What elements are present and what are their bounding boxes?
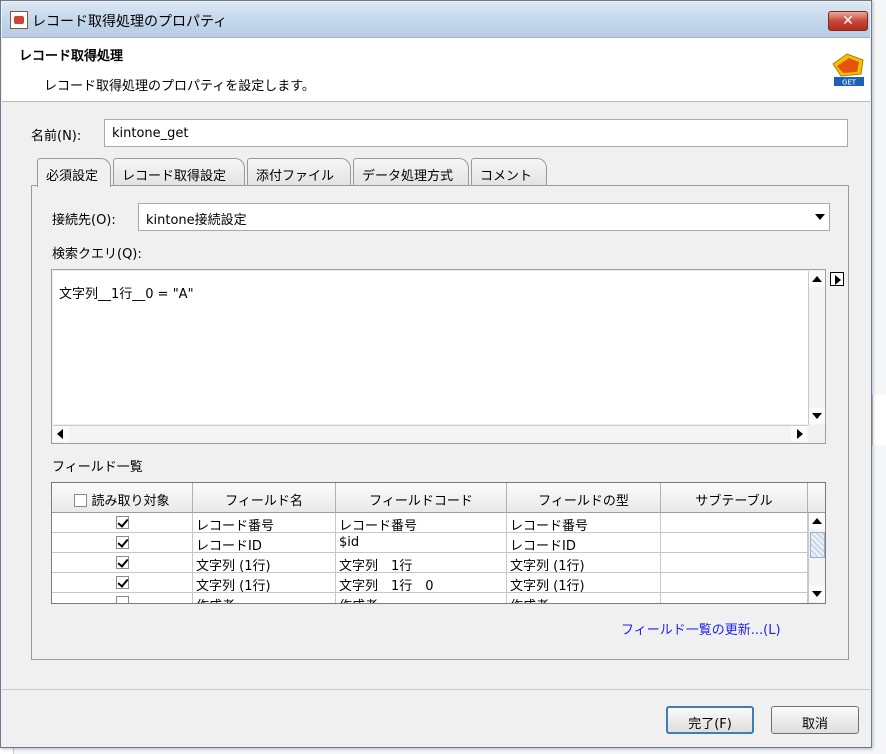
row-checkbox[interactable] [115,516,129,529]
table-cell: 作成者 [193,593,336,603]
scroll-up-button[interactable] [809,271,825,287]
table-cell: レコード番号 [507,513,661,533]
table-cell: 文字列__1行__0 [336,573,507,593]
table-cell: 作成者 [336,593,507,603]
scroll-thumb[interactable] [810,532,825,558]
title-bar[interactable]: レコード取得処理のプロパティ ✕ [2,2,870,38]
column-header-subtable[interactable]: サブテーブル [661,483,808,513]
column-header-field-type[interactable]: フィールドの型 [507,483,661,513]
chevron-down-icon[interactable] [815,214,825,220]
get-badge-text: GET [842,79,857,87]
table-row-checkbox-cell[interactable] [52,593,193,603]
header-title: レコード取得処理 [19,49,124,64]
arrow-up-icon [812,518,822,524]
table-cell: $id [336,533,507,553]
tab-record-get-settings[interactable]: レコード取得設定 [113,158,245,186]
select-all-checkbox[interactable] [74,494,88,507]
row-checkbox[interactable] [115,556,129,569]
column-header-filler [808,483,825,513]
scroll-right-button[interactable] [791,426,807,442]
table-cell: 文字列 (1行) [193,553,336,573]
arrow-up-icon [812,276,822,282]
table-cell: レコードID [507,533,661,553]
window-title: レコード取得処理のプロパティ [32,14,228,30]
close-button[interactable]: ✕ [828,11,868,31]
table-cell: 文字列 (1行) [193,573,336,593]
scroll-down-button[interactable] [809,408,825,424]
table-row-checkbox-cell[interactable] [52,553,193,573]
table-cell: 文字列 (1行) [507,553,661,573]
table-cell [661,533,808,553]
field-list-label: フィールド一覧 [52,460,143,475]
table-row-checkbox-cell[interactable] [52,533,193,553]
arrow-right-icon [797,429,803,439]
properties-dialog: レコード取得処理のプロパティ ✕ レコード取得処理 レコード取得処理のプロパティ… [0,0,872,748]
tab-attachments[interactable]: 添付ファイル [247,158,351,186]
arrow-right-icon [835,275,841,285]
header-description: レコード取得処理のプロパティを設定します。 [44,79,315,94]
row-checkbox[interactable] [115,576,129,589]
query-textarea[interactable]: 文字列__1行__0 = "A" [53,271,808,424]
query-vertical-scrollbar[interactable] [808,271,825,425]
table-row-checkbox-cell[interactable] [52,573,193,593]
tab-required-settings[interactable]: 必須設定 [37,158,111,187]
scroll-left-button[interactable] [53,426,69,442]
table-cell: レコード番号 [336,513,507,533]
connection-select[interactable]: kintone接続設定 [138,203,830,231]
table-cell [661,553,808,573]
table-cell: レコード番号 [193,513,336,533]
row-checkbox[interactable] [115,596,129,603]
table-cell: 文字列 (1行) [507,573,661,593]
query-label: 検索クエリ(Q): [52,247,142,262]
arrow-left-icon [57,429,63,439]
refresh-field-list-link[interactable]: フィールド一覧の更新...(L) [621,619,781,638]
field-table: 読み取り対象 フィールド名 フィールドコード フィールドの型 サブテーブル レコ… [51,482,826,604]
column-header-field-code[interactable]: フィールドコード [336,483,507,513]
connection-value: kintone接続設定 [146,213,247,228]
arrow-down-icon [812,591,822,597]
table-cell: レコードID [193,533,336,553]
scroll-down-button[interactable] [809,586,825,602]
table-cell: 作成者 [507,593,661,603]
app-icon [10,11,28,29]
footer-divider [2,689,870,690]
arrow-down-icon [812,413,822,419]
get-component-icon: GET [832,53,864,87]
name-input[interactable] [104,119,848,147]
column-header-label: 読み取り対象 [91,494,170,509]
table-vertical-scrollbar[interactable] [808,513,825,603]
table-cell [661,573,808,593]
expand-editor-button[interactable] [830,272,844,286]
background-window-right-edge [872,395,886,445]
cancel-button[interactable]: 取消 [771,706,859,734]
connection-label: 接続先(O): [52,213,116,228]
table-cell: 文字列__1行_ [336,553,507,573]
scroll-up-button[interactable] [809,513,825,529]
name-label: 名前(N): [31,129,82,144]
finish-button[interactable]: 完了(F) [666,706,754,734]
tab-comment[interactable]: コメント [471,158,547,186]
table-cell [661,593,808,603]
table-cell [661,513,808,533]
row-checkbox[interactable] [115,536,129,549]
column-header-read-target[interactable]: 読み取り対象 [52,483,193,513]
query-horizontal-scrollbar[interactable] [53,425,808,442]
query-editor: 文字列__1行__0 = "A" [51,269,826,444]
column-header-field-name[interactable]: フィールド名 [193,483,336,513]
tab-data-processing[interactable]: データ処理方式 [353,158,469,186]
table-row-checkbox-cell[interactable] [52,513,193,533]
